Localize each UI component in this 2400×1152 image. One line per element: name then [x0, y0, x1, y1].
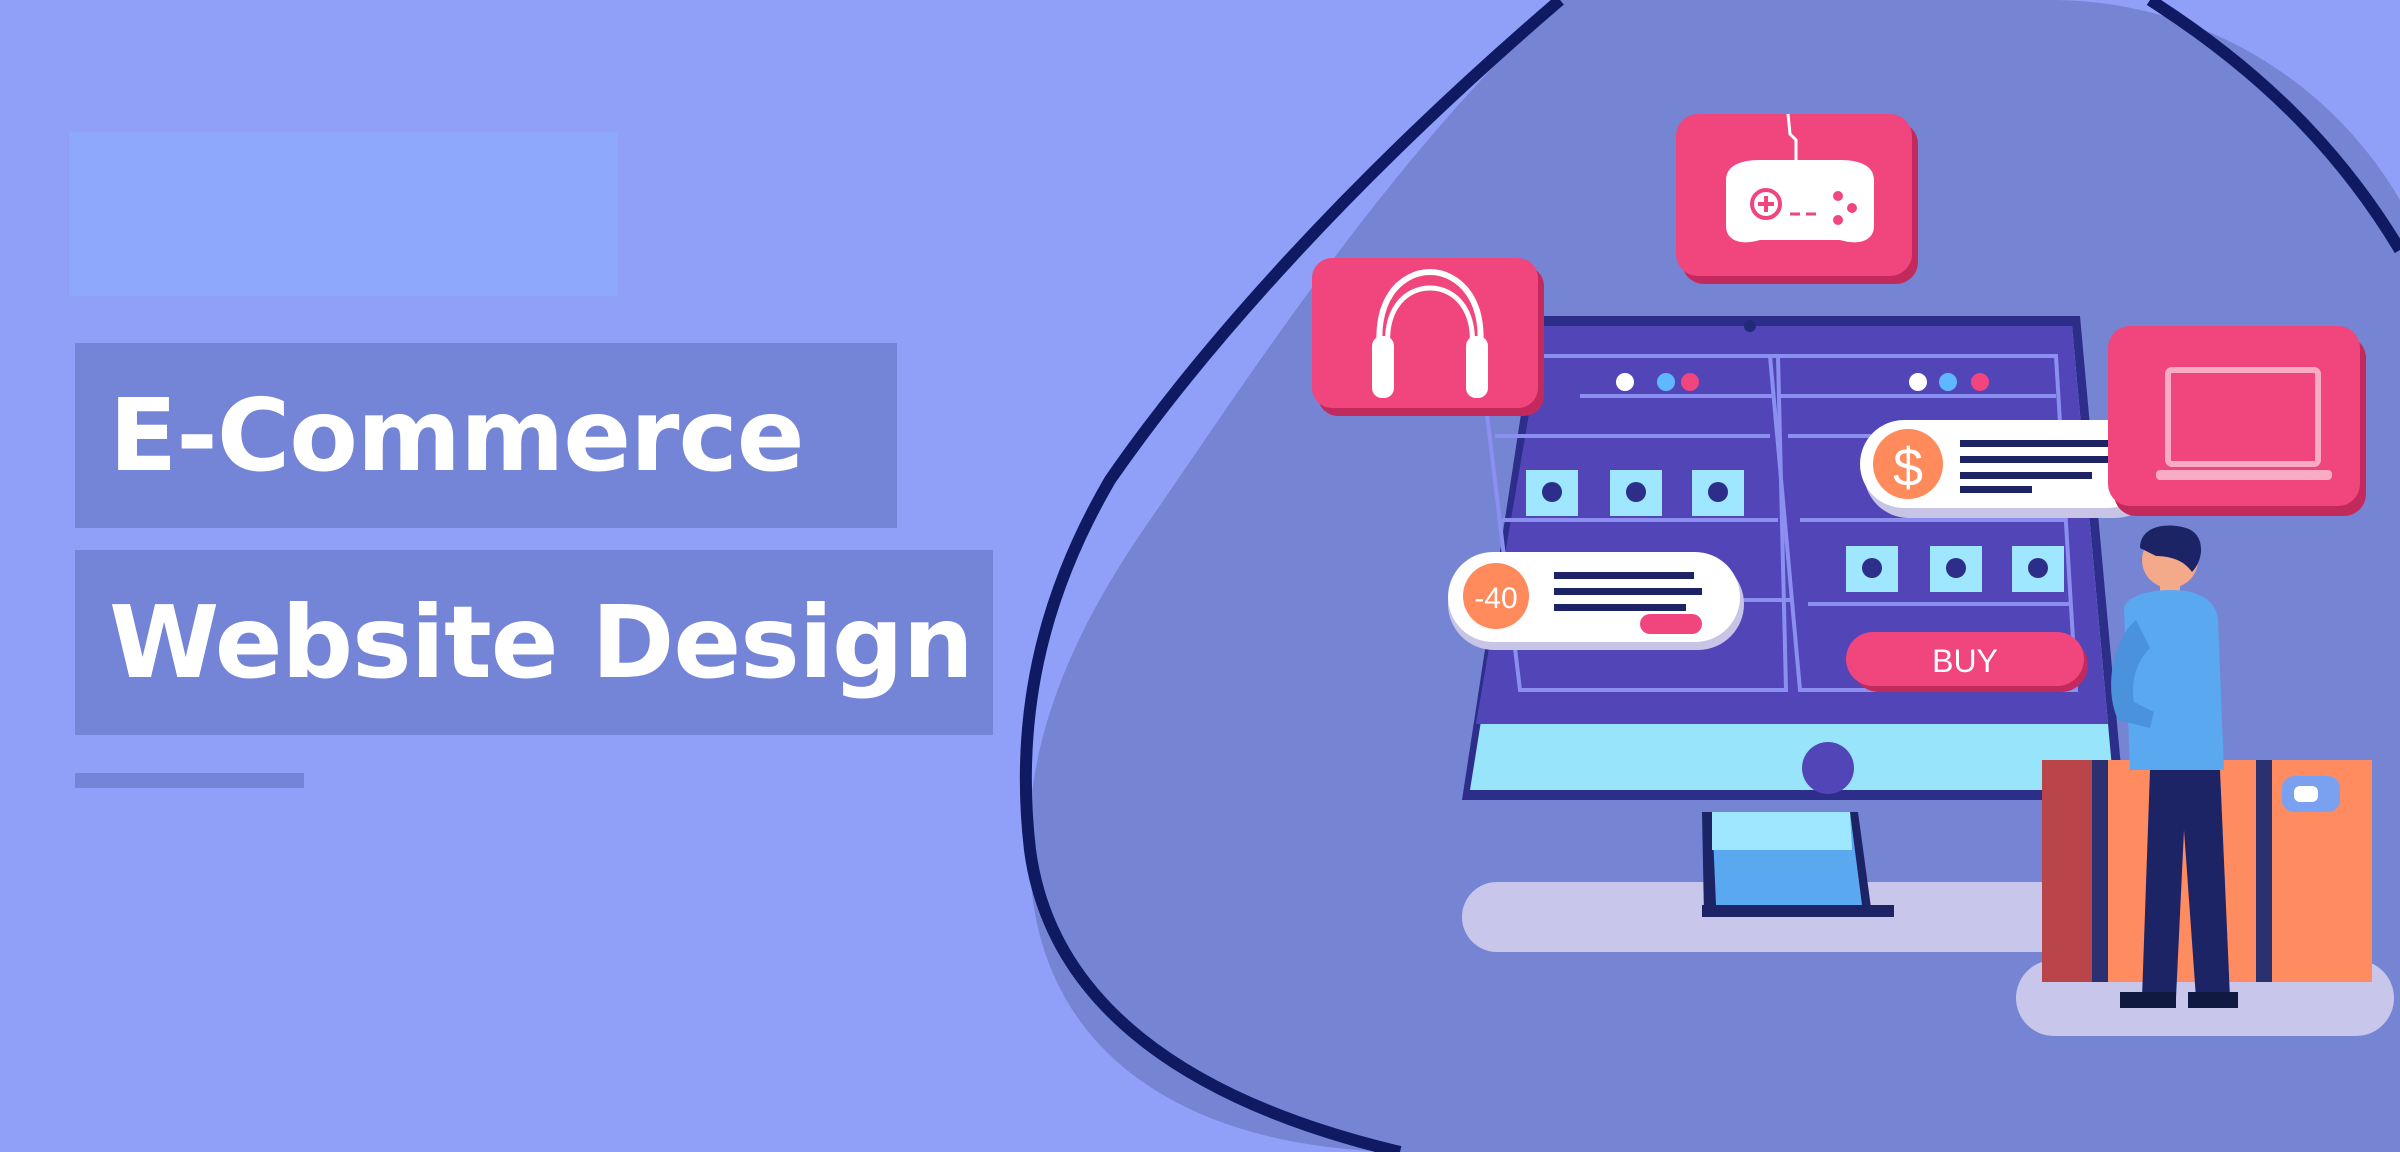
title-block-line-1: E-Commerce [75, 343, 897, 528]
price-dollar-label: $ [1893, 438, 1923, 498]
logo-placeholder [69, 132, 618, 296]
title-line-1: E-Commerce [109, 377, 805, 494]
headphones-icon [1312, 258, 1544, 416]
title-block-line-2: Website Design [75, 550, 993, 735]
gamepad-icon [1676, 113, 1918, 284]
title-underline [75, 773, 304, 788]
laptop-icon [2108, 326, 2366, 516]
discount-label: -40 [1474, 582, 1517, 615]
buy-button-label: BUY [1932, 643, 1998, 679]
title-line-2: Website Design [109, 584, 974, 701]
hero-banner: $ -40 BUY E-Commerce Website Design [0, 0, 2400, 1152]
